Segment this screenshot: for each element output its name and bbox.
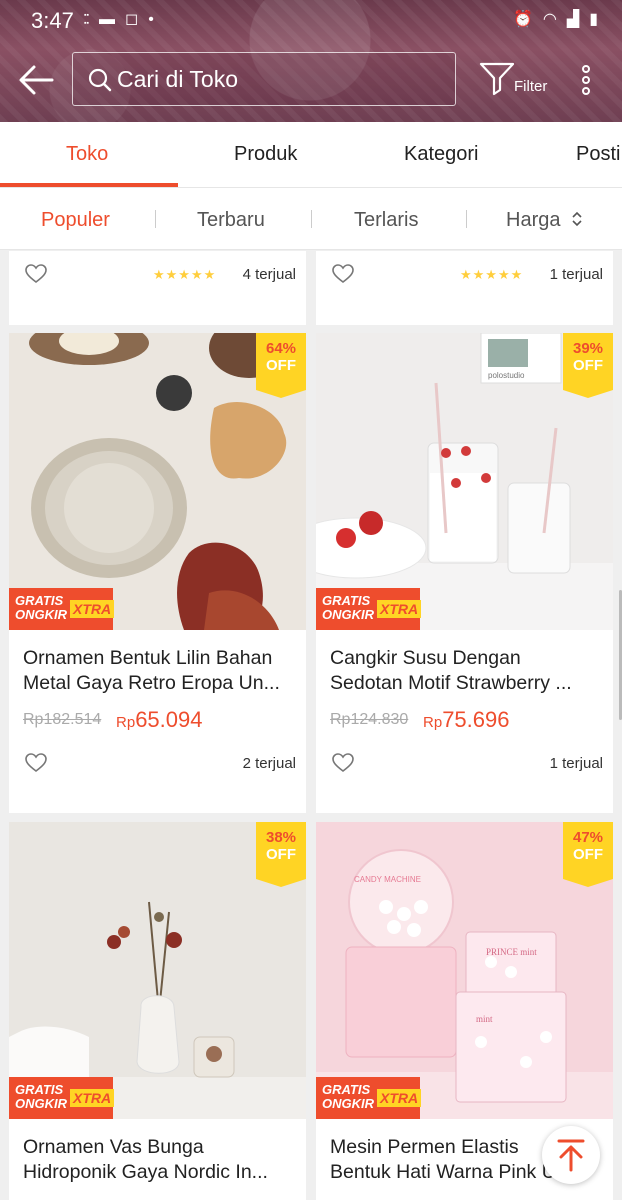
original-price: Rp182.514 xyxy=(23,711,102,728)
image-caption: polostudio xyxy=(488,371,525,380)
search-placeholder: Cari di Toko xyxy=(117,66,239,92)
sort-divider xyxy=(155,210,156,228)
sale-price: Rp75.696 xyxy=(423,707,510,732)
alarm-icon: ⏰ xyxy=(512,11,533,28)
filter-label: Filter xyxy=(514,78,548,95)
discount-percent: 64% xyxy=(265,340,297,357)
image-text: mint xyxy=(476,1014,493,1024)
discount-percent: 39% xyxy=(572,340,604,357)
product-name: Ornamen Bentuk Lilin Bahan Metal Gaya Re… xyxy=(23,647,280,694)
free-shipping-badge: GRATIS ONGKIR XTRA xyxy=(9,588,115,630)
discount-off: OFF xyxy=(573,846,603,863)
product-name: Ornamen Vas Bunga Hidroponik Gaya Nordic… xyxy=(23,1136,268,1183)
sold-count: 2 terjual xyxy=(242,755,296,772)
sold-count: 1 terjual xyxy=(549,755,603,772)
tab-kategori[interactable]: Kategori xyxy=(404,143,479,166)
product-card[interactable]: polostudio 39% OFF GRATIS ONGKIR XTRA Ca… xyxy=(316,333,613,813)
more-vertical-icon xyxy=(582,65,590,95)
heart-icon[interactable] xyxy=(25,753,47,773)
product-card[interactable]: 38% OFF GRATIS ONGKIR XTRA Ornamen Vas B… xyxy=(9,822,306,1200)
discount-percent: 38% xyxy=(265,829,297,846)
free-shipping-text: GRATIS ONGKIR xyxy=(15,593,67,622)
product-image: CANDY MACHINE PRINCE mint mint 47% OFF G… xyxy=(316,822,613,1119)
free-shipping-text: GRATIS ONGKIR xyxy=(15,1082,67,1111)
notification-dot-icon: • xyxy=(148,11,154,28)
sold-count: 4 terjual xyxy=(242,266,296,283)
xtra-text: XTRA xyxy=(70,1089,115,1107)
rating-stars: ★★★★★ xyxy=(460,267,524,282)
tab-toko[interactable]: Toko xyxy=(66,143,108,166)
signal-icon: ▟ xyxy=(566,11,580,28)
sale-price: Rp65.094 xyxy=(116,707,203,732)
rating-stars: ★★★★★ xyxy=(153,267,217,282)
free-shipping-text: GRATIS ONGKIR xyxy=(322,593,374,622)
sold-count: 1 terjual xyxy=(549,266,603,283)
discount-off: OFF xyxy=(266,357,296,374)
filter-icon xyxy=(479,62,515,96)
sort-harga-label: Harga xyxy=(506,209,561,231)
discount-off: OFF xyxy=(266,846,296,863)
sort-populer[interactable]: Populer xyxy=(41,209,110,232)
status-time: 3:47 xyxy=(31,8,74,33)
sort-updown-icon xyxy=(572,211,582,227)
sort-divider xyxy=(311,210,312,228)
search-icon xyxy=(88,68,112,92)
search-input[interactable]: Cari di Toko xyxy=(72,52,456,106)
heart-icon[interactable] xyxy=(332,753,354,773)
product-image: 64% OFF GRATIS ONGKIR XTRA xyxy=(9,333,306,630)
product-card[interactable]: 64% OFF GRATIS ONGKIR XTRA Ornamen Bentu… xyxy=(9,333,306,813)
image-text: PRINCE mint xyxy=(486,947,537,957)
sort-bar: Populer Terbaru Terlaris Harga xyxy=(0,188,622,250)
sort-divider xyxy=(466,210,467,228)
free-shipping-badge: GRATIS ONGKIR XTRA xyxy=(316,1077,422,1119)
discount-badge: 47% OFF xyxy=(563,822,613,887)
back-button[interactable] xyxy=(16,62,56,98)
discount-badge: 38% OFF xyxy=(256,822,306,887)
product-name: Cangkir Susu Dengan Sedotan Motif Strawb… xyxy=(330,647,572,694)
tab-produk[interactable]: Produk xyxy=(234,143,297,166)
tab-postingan[interactable]: Posti xyxy=(576,143,620,166)
product-image: polostudio 39% OFF GRATIS ONGKIR XTRA xyxy=(316,333,613,630)
toon-blast-icon: ▪▪ ▪▪ xyxy=(84,12,89,27)
free-shipping-badge: GRATIS ONGKIR XTRA xyxy=(9,1077,115,1119)
arrow-left-icon xyxy=(19,65,54,95)
xtra-text: XTRA xyxy=(377,600,422,618)
message-icon: ▬ xyxy=(98,11,115,28)
product-card-partial[interactable]: ★★★★★ 1 terjual xyxy=(316,251,613,325)
arrow-up-icon xyxy=(557,1139,585,1172)
heart-icon[interactable] xyxy=(25,264,47,284)
sort-harga[interactable]: Harga xyxy=(506,209,584,232)
free-shipping-text: GRATIS ONGKIR xyxy=(322,1082,374,1111)
sort-terlaris[interactable]: Terlaris xyxy=(354,209,418,232)
discount-badge: 64% OFF xyxy=(256,333,306,398)
shop-tabs: Toko Produk Kategori Posti xyxy=(0,122,622,188)
discount-off: OFF xyxy=(573,357,603,374)
status-bar: 3:47 ▪▪ ▪▪ ▬ ◻ • ⏰ ◠ ▟ ▮ xyxy=(0,0,622,40)
product-card-partial[interactable]: ★★★★★ 4 terjual xyxy=(9,251,306,325)
sort-terbaru[interactable]: Terbaru xyxy=(197,209,265,232)
discount-percent: 47% xyxy=(572,829,604,846)
discount-badge: 39% OFF xyxy=(563,333,613,398)
instagram-icon: ◻ xyxy=(124,11,139,28)
shop-header: 3:47 ▪▪ ▪▪ ▬ ◻ • ⏰ ◠ ▟ ▮ Cari di Toko Fil… xyxy=(0,0,622,122)
wifi-icon: ◠ xyxy=(542,11,557,28)
battery-icon: ▮ xyxy=(589,11,598,28)
scroll-to-top-button[interactable] xyxy=(542,1126,600,1184)
image-text: CANDY MACHINE xyxy=(354,875,421,884)
original-price: Rp124.830 xyxy=(330,711,409,728)
product-image: 38% OFF GRATIS ONGKIR XTRA xyxy=(9,822,306,1119)
more-options-button[interactable] xyxy=(574,62,598,98)
filter-button[interactable]: Filter xyxy=(474,58,554,106)
heart-icon[interactable] xyxy=(332,264,354,284)
xtra-text: XTRA xyxy=(70,600,115,618)
xtra-text: XTRA xyxy=(377,1089,422,1107)
free-shipping-badge: GRATIS ONGKIR XTRA xyxy=(316,588,422,630)
